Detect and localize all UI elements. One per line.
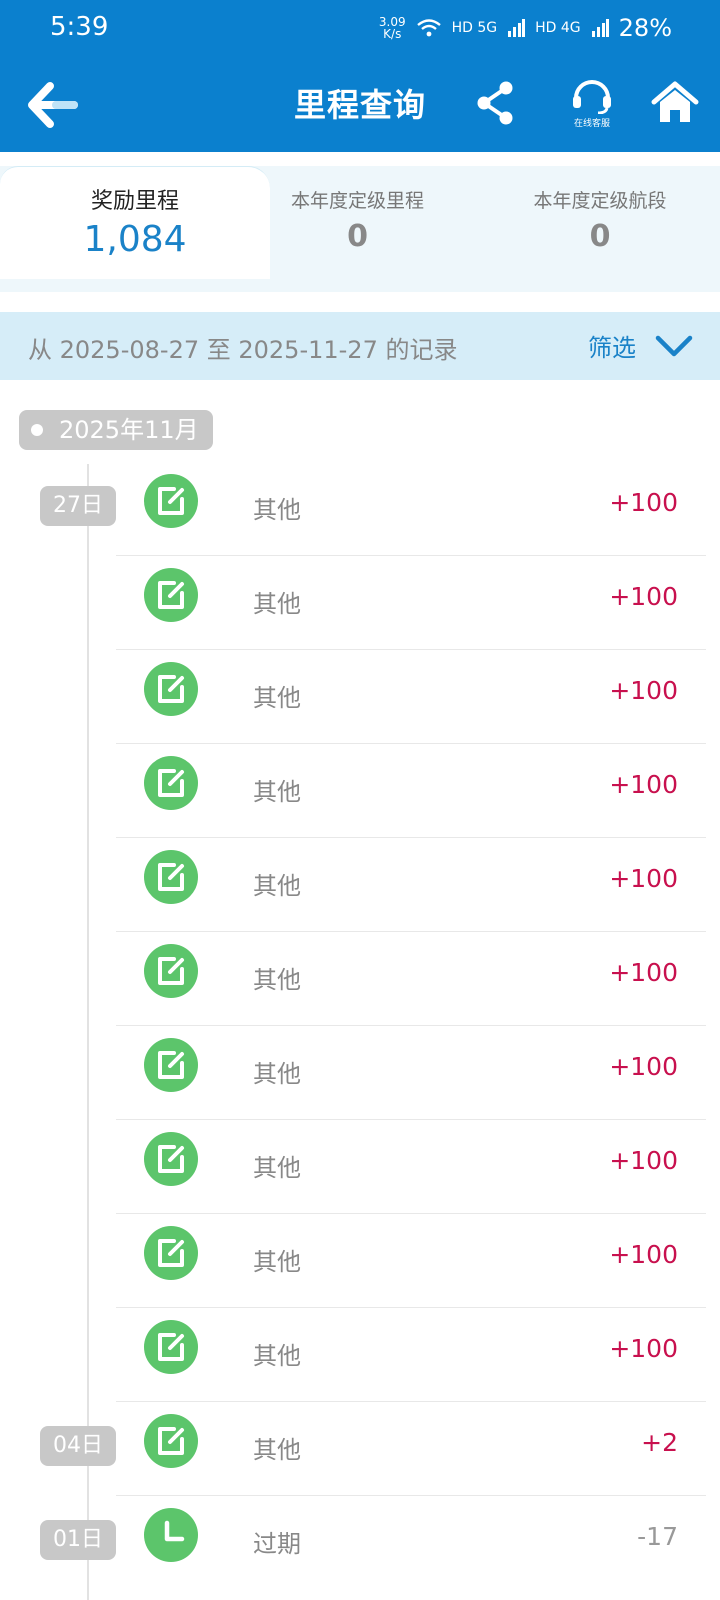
record-value: +100 <box>609 958 678 987</box>
record-row[interactable]: 其他 +100 <box>0 554 720 650</box>
clock-icon <box>144 1508 198 1562</box>
online-support-label: 在线客服 <box>573 119 610 129</box>
record-label: 其他 <box>253 1436 301 1464</box>
chevron-down-icon[interactable] <box>654 326 694 366</box>
record-value: +2 <box>641 1428 678 1457</box>
tab-value: 0 <box>347 219 368 254</box>
record-row[interactable]: 其他 +100 <box>0 1024 720 1120</box>
record-label: 过期 <box>253 1530 301 1558</box>
wifi-icon <box>416 19 441 37</box>
record-value: +100 <box>609 864 678 893</box>
edit-icon <box>144 1320 198 1374</box>
record-row[interactable]: 01日 过期 -17 <box>0 1494 720 1590</box>
edit-icon <box>144 1414 198 1468</box>
day-badge: 27日 <box>40 486 116 526</box>
tab-qualifying-miles[interactable]: 本年度定级里程 0 <box>270 166 445 278</box>
record-value: +100 <box>609 488 678 517</box>
tab-qualifying-segments[interactable]: 本年度定级航段 0 <box>480 166 720 278</box>
day-badge: 01日 <box>40 1520 116 1560</box>
tab-value: 1,084 <box>83 219 187 260</box>
record-row[interactable]: 其他 +100 <box>0 1212 720 1308</box>
month-dot-icon <box>31 424 43 436</box>
tab-value: 0 <box>589 219 611 254</box>
record-row[interactable]: 27日 其他 +100 <box>0 460 720 556</box>
record-label: 其他 <box>253 872 301 900</box>
record-label: 其他 <box>253 590 301 618</box>
edit-icon <box>144 1038 198 1092</box>
record-value: +100 <box>609 1334 678 1363</box>
record-row[interactable]: 04日 其他 +2 <box>0 1400 720 1496</box>
edit-icon <box>144 568 198 622</box>
app-header: 里程查询 在线客服 <box>0 56 720 152</box>
record-value: -17 <box>637 1522 678 1551</box>
record-row[interactable]: 其他 +100 <box>0 836 720 932</box>
edit-icon <box>144 850 198 904</box>
record-label: 其他 <box>253 496 301 524</box>
network-1-label: HD 5G <box>451 20 498 36</box>
edit-icon <box>144 474 198 528</box>
record-row[interactable]: 其他 +100 <box>0 1118 720 1214</box>
record-value: +100 <box>609 676 678 705</box>
date-range-text: 从 2025-08-27 至 2025-11-27 的记录 <box>28 336 458 364</box>
record-value: +100 <box>609 582 678 611</box>
network-speed: 3.09 K/s <box>379 16 406 40</box>
record-value: +100 <box>609 1240 678 1269</box>
record-label: 其他 <box>253 1060 301 1088</box>
status-time: 5:39 <box>50 12 109 42</box>
record-label: 其他 <box>253 778 301 806</box>
edit-icon <box>144 944 198 998</box>
edit-icon <box>144 1226 198 1280</box>
record-value: +100 <box>609 1052 678 1081</box>
mileage-tabs: 奖励里程 1,084 本年度定级里程 0 本年度定级航段 0 <box>0 152 720 292</box>
record-row[interactable]: 其他 +100 <box>0 648 720 744</box>
record-row[interactable]: 其他 +100 <box>0 742 720 838</box>
record-label: 其他 <box>253 966 301 994</box>
edit-icon <box>144 662 198 716</box>
record-row[interactable]: 其他 +100 <box>0 930 720 1026</box>
home-icon[interactable] <box>650 80 700 126</box>
tab-label: 奖励里程 <box>90 189 179 214</box>
headset-icon <box>573 80 611 115</box>
edit-icon <box>144 1132 198 1186</box>
record-label: 其他 <box>253 1248 301 1276</box>
record-label: 其他 <box>253 684 301 712</box>
filter-bar: 从 2025-08-27 至 2025-11-27 的记录 筛选 <box>0 312 720 380</box>
status-bar: 5:39 3.09 K/s HD 5G HD 4G 28% <box>0 0 720 56</box>
signal-icon <box>508 19 526 37</box>
signal-icon <box>591 19 609 37</box>
record-label: 其他 <box>253 1342 301 1370</box>
day-badge: 04日 <box>40 1426 116 1466</box>
share-icon[interactable] <box>474 80 516 126</box>
network-speed-unit: K/s <box>383 27 402 41</box>
record-value: +100 <box>609 770 678 799</box>
battery-level: 28% <box>618 14 672 42</box>
edit-icon <box>144 756 198 810</box>
network-2-label: HD 4G <box>535 20 581 36</box>
filter-button[interactable]: 筛选 <box>588 328 636 363</box>
status-indicators: 3.09 K/s HD 5G HD 4G 28% <box>379 14 672 42</box>
tab-reward-miles[interactable]: 奖励里程 1,084 <box>0 166 270 279</box>
record-value: +100 <box>609 1146 678 1175</box>
month-label: 2025年11月 <box>59 416 199 444</box>
tab-label: 本年度定级航段 <box>533 190 667 212</box>
record-label: 其他 <box>253 1154 301 1182</box>
month-header: 2025年11月 <box>19 410 213 450</box>
online-support-button[interactable]: 在线客服 <box>562 74 622 142</box>
tab-label: 本年度定级里程 <box>290 190 424 212</box>
record-row[interactable]: 其他 +100 <box>0 1306 720 1402</box>
